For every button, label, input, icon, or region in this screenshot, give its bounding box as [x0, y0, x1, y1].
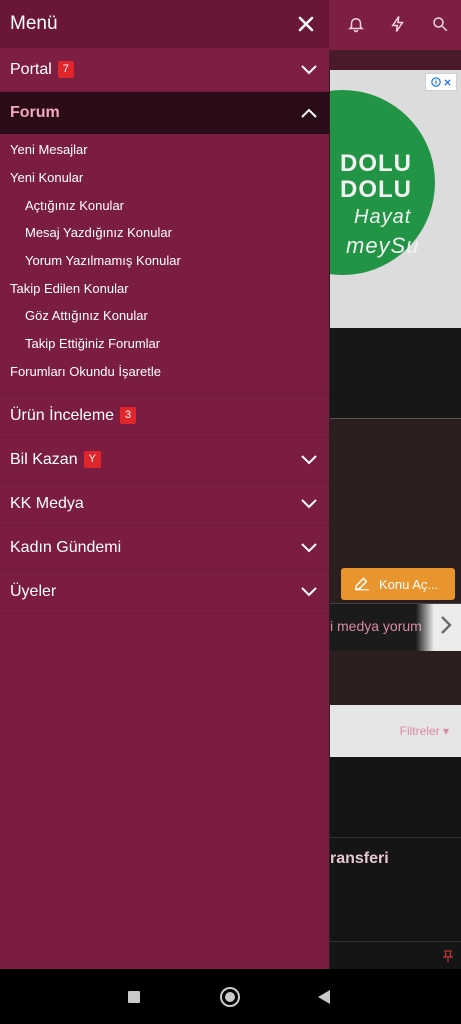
- thread-item: [330, 941, 461, 972]
- ad-text-line1: DOLU: [340, 150, 412, 177]
- menu-item-uyeler[interactable]: Üyeler: [0, 570, 329, 615]
- ad-text-line4: meySu: [346, 233, 420, 258]
- chevron-up-icon[interactable]: [299, 103, 319, 123]
- menu-item-label: Üyeler: [10, 582, 57, 600]
- menu-item-kk-medya[interactable]: KK Medya: [0, 482, 329, 527]
- notification-badge: Y: [83, 451, 101, 469]
- menu-item-label: Forum: [10, 104, 60, 121]
- forum-submenu: Yeni Mesajlar Yeni Konular Açtığınız Kon…: [0, 134, 329, 395]
- chevron-down-icon[interactable]: [299, 450, 319, 470]
- new-topic-label: Konu Aç...: [379, 576, 439, 592]
- thread-title: ransferi: [330, 850, 389, 867]
- submenu-item-watched-topics[interactable]: Takip Edilen Konular: [0, 274, 329, 302]
- system-navigation-bar: [0, 969, 461, 1024]
- filter-button[interactable]: Filtreler ▾: [400, 724, 449, 738]
- chevron-down-icon[interactable]: [299, 60, 319, 80]
- thread-item[interactable]: ransferi: [330, 837, 461, 942]
- menu-item-kadin-gundemi[interactable]: Kadın Gündemi: [0, 526, 329, 571]
- chevron-down-icon[interactable]: [299, 582, 319, 602]
- search-icon[interactable]: [429, 10, 451, 38]
- media-row-text: i medya yorum: [330, 618, 422, 634]
- submenu-item-viewed-topics[interactable]: Göz Attığınız Konular: [0, 302, 329, 330]
- filter-bar: Filtreler ▾: [330, 705, 461, 757]
- submenu-item-your-topics[interactable]: Açtığınız Konular: [0, 191, 329, 219]
- submenu-item-new-messages[interactable]: Yeni Mesajlar: [0, 136, 329, 164]
- menu-item-label: Kadın Gündemi: [10, 538, 122, 556]
- notification-badge: 7: [57, 61, 74, 78]
- menu-item-label-text: Ürün İnceleme: [10, 406, 115, 424]
- submenu-item-watched-forums[interactable]: Takip Ettiğiniz Forumlar: [0, 330, 329, 358]
- adchoices-icon[interactable]: [425, 73, 457, 91]
- menu-item-label: KK Medya: [10, 494, 84, 512]
- lightning-icon[interactable]: [387, 10, 409, 38]
- submenu-item-new-topics[interactable]: Yeni Konular: [0, 164, 329, 192]
- edit-icon: [353, 574, 371, 595]
- submenu-item-your-posted-topics[interactable]: Mesaj Yazdığınız Konular: [0, 219, 329, 247]
- menu-item-label-text: Bil Kazan: [10, 450, 78, 468]
- submenu-item-mark-read[interactable]: Forumları Okundu İşaretle: [0, 358, 329, 386]
- chevron-right-icon[interactable]: [439, 614, 453, 642]
- new-topic-button[interactable]: Konu Aç...: [341, 568, 455, 600]
- menu-item-label: Portal 7: [10, 61, 74, 79]
- recents-button[interactable]: [128, 991, 140, 1003]
- background-panel: [330, 328, 461, 418]
- drawer-title: Menü: [10, 13, 58, 34]
- menu-item-label: Bil Kazan Y: [10, 451, 101, 469]
- chevron-down-icon[interactable]: [299, 538, 319, 558]
- pin-icon: [442, 950, 454, 965]
- ad-text-line3: Hayat: [354, 206, 412, 228]
- filter-label: Filtreler: [399, 724, 440, 738]
- ad-text-line2: DOLU: [340, 176, 412, 203]
- advertisement[interactable]: DOLU DOLU Hayat meySu: [330, 70, 461, 328]
- notification-badge: 3: [120, 407, 137, 425]
- close-icon[interactable]: [293, 11, 319, 37]
- chevron-down-icon[interactable]: [299, 494, 319, 514]
- header-actions: [345, 10, 451, 38]
- background-panel: [330, 757, 461, 837]
- home-button[interactable]: [220, 987, 240, 1007]
- background-panel: [330, 651, 461, 705]
- menu-item-label-text: Portal: [10, 60, 52, 78]
- media-row[interactable]: i medya yorum: [330, 603, 461, 653]
- menu-item-bil-kazan[interactable]: Bil Kazan Y: [0, 438, 329, 483]
- submenu-item-unanswered-topics[interactable]: Yorum Yazılmamış Konular: [0, 247, 329, 275]
- bell-icon[interactable]: [345, 10, 367, 38]
- menu-item-forum[interactable]: Forum: [0, 92, 329, 134]
- menu-item-portal[interactable]: Portal 7: [0, 48, 329, 92]
- navigation-drawer: Menü Portal 7 Forum Yeni Mesajlar Yeni K…: [0, 0, 329, 969]
- caret-down-icon: ▾: [442, 724, 449, 738]
- back-button[interactable]: [318, 990, 330, 1004]
- menu-item-product-review[interactable]: Ürün İnceleme 3: [0, 394, 329, 439]
- drawer-header: Menü: [0, 0, 329, 48]
- menu-item-label: Ürün İnceleme 3: [10, 406, 137, 425]
